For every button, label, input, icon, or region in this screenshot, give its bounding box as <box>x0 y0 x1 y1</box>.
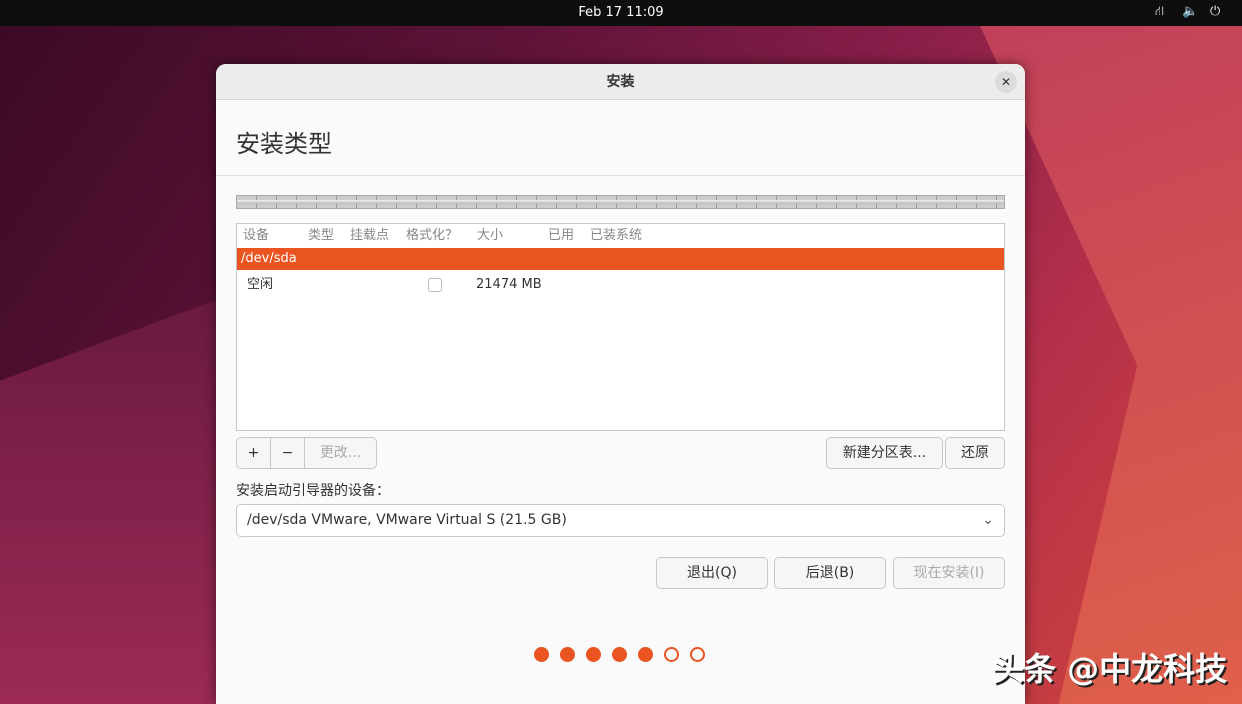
col-type[interactable]: 类型 <box>308 224 334 248</box>
step-dot-done <box>560 647 575 662</box>
volume-icon[interactable]: 🔈 <box>1182 4 1198 19</box>
step-dot-done <box>586 647 601 662</box>
change-partition-button[interactable]: 更改... <box>304 437 377 469</box>
chevron-down-icon: ⌄ <box>982 512 994 528</box>
col-used[interactable]: 已用 <box>548 224 574 248</box>
watermark: 头条 @中龙科技 <box>992 650 1228 688</box>
col-system[interactable]: 已装系统 <box>590 224 642 248</box>
row-size: 21474 MB <box>476 277 542 292</box>
title-bar: 安装 ✕ <box>216 64 1025 100</box>
partition-bar <box>236 195 1005 209</box>
step-dot-done <box>534 647 549 662</box>
clock[interactable]: Feb 17 11:09 <box>0 5 1242 20</box>
step-indicator <box>534 647 716 666</box>
back-button[interactable]: 后退(B) <box>774 557 886 589</box>
close-button[interactable]: ✕ <box>995 71 1017 93</box>
format-checkbox[interactable] <box>428 278 442 292</box>
remove-partition-button[interactable]: − <box>270 437 305 469</box>
boot-device-select[interactable]: /dev/sda VMware, VMware Virtual S (21.5 … <box>236 504 1005 537</box>
network-icon[interactable]: ⛙ <box>1155 4 1164 21</box>
table-header: 设备 类型 挂载点 格式化？ 大小 已用 已装系统 <box>237 224 1004 248</box>
table-row-device[interactable]: /dev/sda <box>237 248 1004 270</box>
install-now-button[interactable]: 现在安装(I) <box>893 557 1005 589</box>
step-dot-pending <box>690 647 705 662</box>
window-title: 安装 <box>606 74 635 90</box>
col-size[interactable]: 大小 <box>477 224 503 248</box>
partition-table[interactable]: 设备 类型 挂载点 格式化？ 大小 已用 已装系统 /dev/sda 空闲 21… <box>236 223 1005 431</box>
step-dot-done <box>612 647 627 662</box>
quit-button[interactable]: 退出(Q) <box>656 557 768 589</box>
installer-window: 安装 ✕ 安装类型 设备 类型 挂载点 格式化？ 大小 已用 已装系统 /dev… <box>216 64 1025 704</box>
col-format[interactable]: 格式化？ <box>406 224 458 248</box>
wallpaper-shape <box>0 300 216 704</box>
page-title: 安装类型 <box>236 130 332 158</box>
col-mount[interactable]: 挂载点 <box>350 224 389 248</box>
boot-device-value: /dev/sda VMware, VMware Virtual S (21.5 … <box>247 512 567 528</box>
table-row[interactable]: 空闲 21474 MB <box>237 270 1004 300</box>
col-device[interactable]: 设备 <box>243 224 269 248</box>
add-partition-button[interactable]: + <box>236 437 271 469</box>
top-bar: Feb 17 11:09 ⛙ 🔈 ⏻ <box>0 0 1242 26</box>
row-device: 空闲 <box>247 277 274 292</box>
divider <box>216 175 1025 176</box>
boot-device-label: 安装启动引导器的设备： <box>236 483 390 499</box>
power-icon[interactable]: ⏻ <box>1210 4 1220 19</box>
new-partition-table-button[interactable]: 新建分区表... <box>826 437 943 469</box>
step-dot-pending <box>664 647 679 662</box>
step-dot-done <box>638 647 653 662</box>
revert-button[interactable]: 还原 <box>945 437 1005 469</box>
